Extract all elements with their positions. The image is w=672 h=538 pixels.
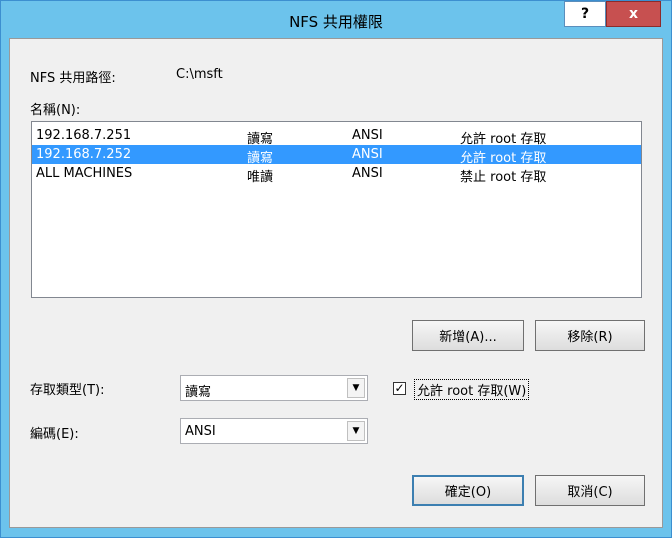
ok-button[interactable]: 確定(O) <box>412 475 524 506</box>
remove-button[interactable]: 移除(R) <box>535 320 645 351</box>
help-button[interactable]: ? <box>564 1 606 27</box>
encoding-select[interactable]: ANSI ▼ <box>180 418 368 444</box>
names-list[interactable]: 192.168.7.251 讀寫 ANSI 允許 root 存取 192.168… <box>31 121 642 298</box>
access-cell: 唯讀 <box>247 170 274 185</box>
add-button[interactable]: 新增(A)... <box>412 320 524 351</box>
encoding-value: ANSI <box>185 424 216 439</box>
close-button[interactable]: x <box>606 1 661 27</box>
access-type-select[interactable]: 讀寫 ▼ <box>180 375 368 401</box>
allow-root-label[interactable]: 允許 root 存取(W) <box>414 379 530 400</box>
dialog-body: NFS 共用路徑: C:\msft 名稱(N): 192.168.7.251 讀… <box>9 38 663 528</box>
encoding-cell: ANSI <box>352 166 383 181</box>
encoding-cell: ANSI <box>352 147 383 162</box>
list-item-selected[interactable]: 192.168.7.252 讀寫 ANSI 允許 root 存取 <box>32 145 641 166</box>
chevron-down-icon[interactable]: ▼ <box>347 378 365 398</box>
encoding-label: 編碼(E): <box>30 427 79 442</box>
encoding-cell: ANSI <box>352 128 383 143</box>
title-bar[interactable]: NFS 共用權限 ? x <box>1 1 671 38</box>
host-cell: 192.168.7.251 <box>36 128 132 143</box>
root-access-cell: 禁止 root 存取 <box>460 170 547 185</box>
list-item[interactable]: ALL MACHINES 唯讀 ANSI 禁止 root 存取 <box>32 164 641 185</box>
allow-root-checkbox[interactable]: ✓ <box>393 382 406 395</box>
share-path-label: NFS 共用路徑: <box>30 71 116 86</box>
share-path-value: C:\msft <box>176 67 223 82</box>
list-item[interactable]: 192.168.7.251 讀寫 ANSI 允許 root 存取 <box>32 126 641 147</box>
names-label: 名稱(N): <box>30 103 81 118</box>
nfs-permissions-dialog: NFS 共用權限 ? x NFS 共用路徑: C:\msft 名稱(N): 19… <box>0 0 672 538</box>
host-cell: ALL MACHINES <box>36 166 133 181</box>
access-type-value: 讀寫 <box>185 385 212 400</box>
cancel-button[interactable]: 取消(C) <box>535 475 645 506</box>
host-cell: 192.168.7.252 <box>36 147 132 162</box>
access-type-label: 存取類型(T): <box>30 383 105 398</box>
chevron-down-icon[interactable]: ▼ <box>347 421 365 441</box>
